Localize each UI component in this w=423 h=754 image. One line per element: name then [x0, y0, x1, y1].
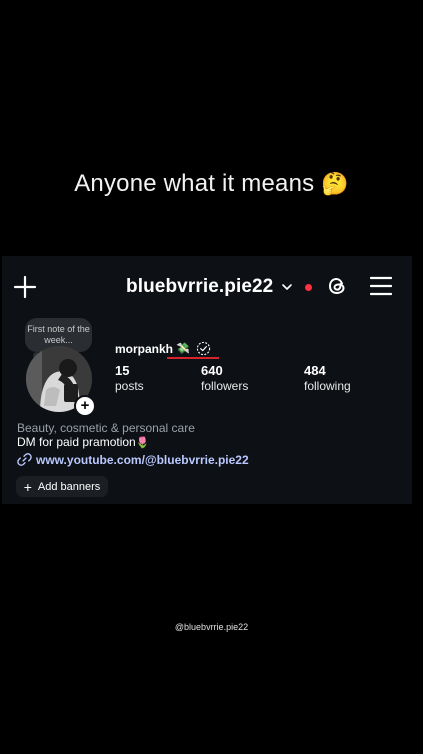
annotation-underline [167, 357, 219, 359]
stat-label: followers [201, 379, 249, 393]
notification-dot [305, 283, 313, 291]
stat-value: 15 [115, 363, 130, 378]
dashed-check-circle-icon[interactable] [196, 341, 211, 356]
caption-text: Anyone what it means [74, 170, 315, 197]
threads-icon[interactable] [325, 274, 349, 298]
plus-icon: + [23, 478, 32, 495]
add-story-button[interactable]: + [74, 395, 96, 417]
plus-icon[interactable] [13, 275, 37, 299]
add-banners-button[interactable]: + Add banners [16, 476, 108, 497]
add-banners-label: Add banners [37, 480, 101, 493]
profile-category: Beauty, cosmetic & personal care [17, 421, 195, 435]
link-text[interactable]: www.youtube.com/@bluebvrrie.pie22 [36, 453, 249, 467]
caption: Anyone what it means 🤔 [0, 170, 423, 198]
stat-label: following [304, 379, 351, 393]
bio: DM for paid pramotion🌷 [17, 435, 149, 449]
stat-value: 640 [201, 363, 223, 378]
stat-label: posts [115, 379, 144, 393]
thinking-face-emoji: 🤔 [321, 172, 349, 197]
tulip-emoji: 🌷 [135, 436, 150, 449]
money-with-wings-emoji: 💸 [176, 342, 190, 355]
watermark: @bluebvrrie.pie22 [174, 622, 249, 632]
hamburger-menu-icon[interactable] [370, 276, 392, 296]
stat-followers[interactable]: 640 followers [201, 363, 248, 393]
display-name: morpankh 💸 [115, 341, 211, 356]
link-icon [17, 453, 32, 466]
profile-link[interactable]: www.youtube.com/@bluebvrrie.pie22 [17, 452, 249, 467]
stat-following[interactable]: 484 following [304, 363, 351, 393]
stat-value: 484 [304, 363, 326, 378]
chevron-down-icon [282, 284, 293, 290]
bio-text: DM for paid pramotion [17, 435, 136, 449]
display-name-text: morpankh [115, 341, 174, 356]
account-switcher[interactable]: bluebvrrie.pie22 [126, 275, 313, 299]
header-username: bluebvrrie.pie22 [126, 276, 274, 297]
stat-posts[interactable]: 15 posts [115, 363, 144, 393]
